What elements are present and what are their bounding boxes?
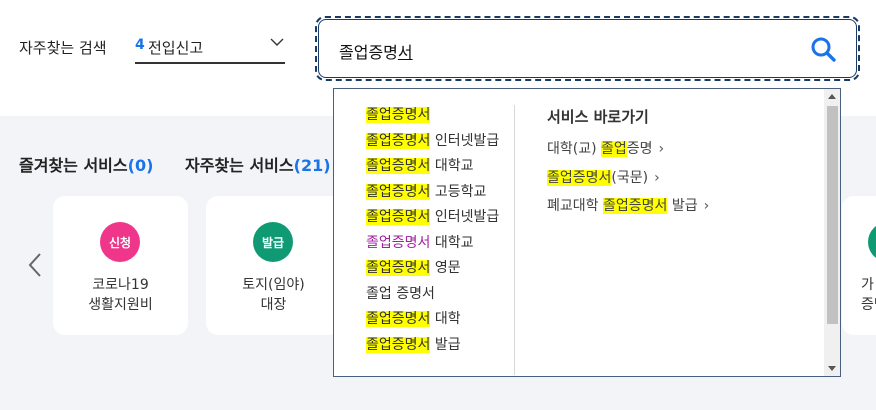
apply-badge: 신청 <box>100 222 140 262</box>
suggestion-item[interactable]: 졸업증명서 발급 <box>366 333 506 359</box>
search-icon[interactable] <box>810 36 836 62</box>
frequent-search-number: 4 <box>135 37 145 53</box>
suggestion-highlight: 졸업증명서 <box>366 183 431 200</box>
issue-badge: 발급 <box>253 222 293 262</box>
shortcut-suffix: 발급 <box>667 198 698 214</box>
suggestion-highlight: 졸업증명서 <box>366 132 431 149</box>
shortcut-item[interactable]: 폐교대학 졸업증명서 발급 › <box>547 192 709 221</box>
suggestion-tail: 대학교 <box>430 234 474 251</box>
service-card-name-line1: 코로나19 <box>92 277 149 293</box>
shortcut-highlight: 졸업증명서 <box>602 198 668 214</box>
suggestion-rest: 영문 <box>430 260 461 276</box>
search-box[interactable]: 졸업증명서 <box>315 16 860 81</box>
suggestion-rest: 졸업 증명서 <box>366 285 435 302</box>
shortcuts-title: 서비스 바로가기 <box>547 108 649 126</box>
suggestion-rest: 인터넷발급 <box>430 209 500 225</box>
suggestion-item[interactable]: 졸업증명서 인터넷발급 <box>366 129 506 155</box>
scroll-thumb[interactable] <box>827 106 838 324</box>
frequent-services-label: 자주찾는 서비스 <box>185 156 294 175</box>
chevron-left-icon[interactable] <box>26 251 44 279</box>
suggestion-rest: 인터넷발급 <box>430 132 500 149</box>
service-card-covid[interactable]: 신청 코로나19 생활지원비 <box>53 196 188 335</box>
autocomplete-dropdown: 졸업증명서 졸업증명서 인터넷발급 졸업증명서 대학교 졸업증명서 고등학교 졸… <box>333 88 841 377</box>
service-card-name: 가 증명 <box>861 275 876 315</box>
suggestion-item[interactable]: 졸업증명서 <box>366 103 506 129</box>
suggestion-highlight: 졸업증명서 <box>366 311 431 327</box>
suggestion-rest: 고등학교 <box>430 183 487 200</box>
service-card-land[interactable]: 발급 토지(임야) 대장 <box>206 196 341 335</box>
chevron-right-icon: › <box>658 141 665 157</box>
scroll-up-icon[interactable] <box>824 89 840 105</box>
chevron-right-icon: › <box>703 198 710 214</box>
chevron-down-icon <box>270 38 284 46</box>
search-input-text: 졸업증명 <box>339 43 398 62</box>
suggestion-highlight: 졸업증명서 <box>366 209 431 225</box>
suggestion-item[interactable]: 졸업 증명서 <box>366 282 506 308</box>
service-card-name-line1: 토지(임야) <box>242 277 305 293</box>
suggestion-rest: 발급 <box>430 336 461 353</box>
suggestion-highlight: 졸업증명서 <box>366 107 431 123</box>
shortcut-item[interactable]: 대학(교) 졸업증명 › <box>547 135 709 164</box>
suggestion-rest: 대학 <box>430 311 461 327</box>
suggestion-item[interactable]: 졸업증명서 인터넷발급 졸업증명서 대학교 <box>366 205 506 256</box>
service-card-name: 코로나19 생활지원비 <box>53 275 188 315</box>
suggestion-highlight: 졸업증명서 <box>366 158 431 174</box>
shortcut-suffix: 증명 <box>626 141 653 157</box>
suggestion-highlight: 졸업증명서 <box>366 336 431 353</box>
service-card-partial[interactable]: 가 증명 <box>842 196 876 335</box>
frequent-search-label: 자주찾는 검색 <box>19 39 107 57</box>
suggestion-purple: 졸업증명서 <box>366 234 431 251</box>
suggestion-highlight: 졸업증명서 <box>366 260 431 276</box>
dropdown-divider <box>514 105 515 375</box>
shortcut-highlight: 졸업 <box>601 141 627 157</box>
favorites-label: 즐겨찾는 서비스 <box>19 156 128 175</box>
favorites-count: (0) <box>127 156 154 175</box>
search-input-composing: 서 <box>397 43 413 62</box>
shortcut-item[interactable]: 졸업증명서(국문) › <box>547 164 709 193</box>
frequent-services-title[interactable]: 자주찾는 서비스(21) <box>185 152 331 176</box>
shortcut-highlight: 졸업증명서 <box>547 169 612 186</box>
shortcut-prefix: 대학(교) <box>547 141 602 157</box>
issue-badge <box>868 222 876 262</box>
suggestion-rest: 대학교 <box>430 158 474 174</box>
frequent-search-text: 전입신고 <box>148 39 204 57</box>
service-card-name-line2: 증명 <box>861 297 876 313</box>
scroll-down-icon[interactable] <box>824 360 840 376</box>
chevron-right-icon: › <box>654 169 660 186</box>
service-card-name-line1: 가 <box>861 277 874 293</box>
suggestion-item[interactable]: 졸업증명서 영문 <box>366 256 506 282</box>
frequent-search-select[interactable]: 4 전입신고 <box>135 30 285 64</box>
shortcut-list: 대학(교) 졸업증명 › 졸업증명서(국문) › 폐교대학 졸업증명서 발급 › <box>547 135 709 221</box>
suggestion-list: 졸업증명서 졸업증명서 인터넷발급 졸업증명서 대학교 졸업증명서 고등학교 졸… <box>366 103 506 358</box>
shortcut-suffix: (국문) <box>611 169 649 186</box>
service-card-name-line2: 대장 <box>260 297 287 313</box>
suggestion-item[interactable]: 졸업증명서 대학 <box>366 307 506 333</box>
service-card-name-line2: 생활지원비 <box>88 297 153 313</box>
shortcut-prefix: 폐교대학 <box>547 198 603 214</box>
frequent-services-count: (21) <box>293 156 331 175</box>
search-input[interactable]: 졸업증명서 <box>339 39 413 63</box>
favorites-title[interactable]: 즐겨찾는 서비스(0) <box>19 152 153 176</box>
suggestion-item[interactable]: 졸업증명서 대학교 <box>366 154 506 180</box>
suggestion-item[interactable]: 졸업증명서 고등학교 <box>366 180 506 206</box>
dropdown-scrollbar[interactable] <box>824 89 840 376</box>
service-card-name: 토지(임야) 대장 <box>206 275 341 315</box>
